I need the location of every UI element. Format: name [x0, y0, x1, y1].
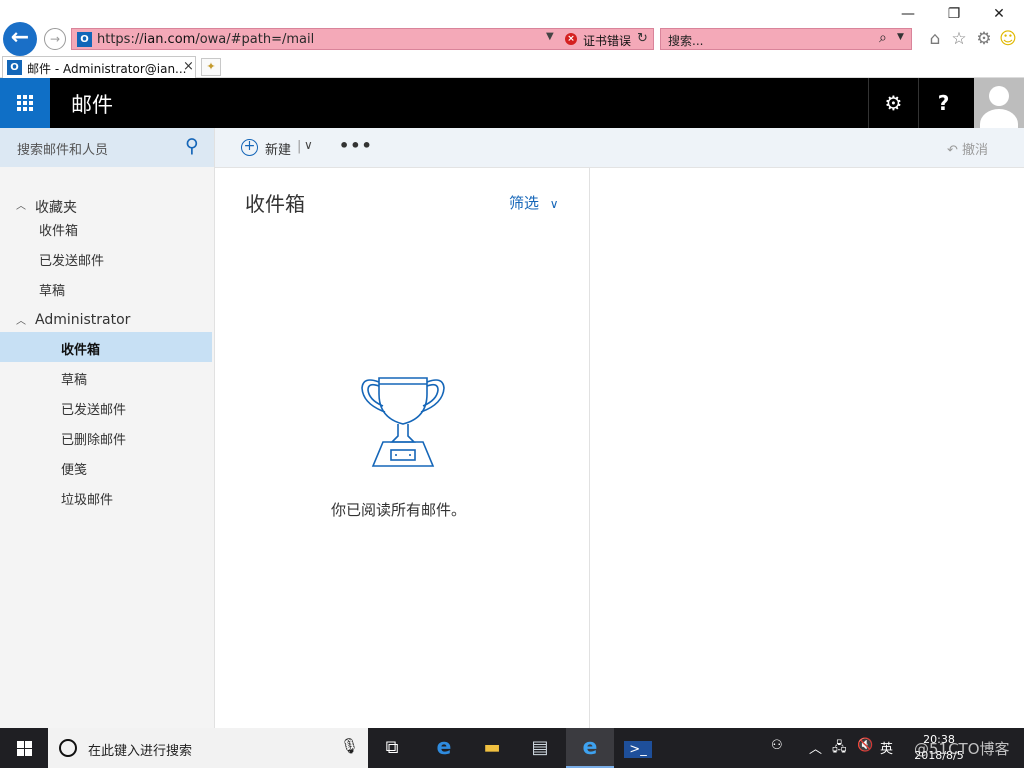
account-group-header[interactable]: ︿ Administrator	[0, 307, 214, 335]
powershell-icon: >_	[624, 741, 652, 758]
task-view-icon: ⧉	[385, 737, 399, 758]
search-icon[interactable]: ⚲	[185, 135, 199, 157]
favorites-item-inbox[interactable]: 收件箱	[0, 213, 212, 243]
browser-search-placeholder: 搜索...	[668, 34, 704, 48]
folder-item-deleted[interactable]: 已删除邮件	[0, 422, 212, 452]
tab-close-icon[interactable]: ×	[183, 59, 194, 74]
message-list: 收件箱 筛选 ∨ 你已阅读所有邮件。	[215, 168, 590, 728]
refresh-icon[interactable]: ↻	[637, 31, 648, 46]
plus-icon: +	[241, 139, 258, 156]
search-dropdown-icon[interactable]: ▼	[897, 32, 904, 42]
window-restore-button[interactable]: ❐	[939, 4, 969, 24]
search-mail-people-input[interactable]: 搜索邮件和人员 ⚲	[0, 128, 214, 167]
outlook-favicon-icon: O	[7, 60, 22, 75]
chevron-up-icon[interactable]: ︿	[16, 312, 26, 327]
browser-search-input[interactable]: 搜索... ⌕ ▼	[660, 28, 912, 50]
certificate-error-label[interactable]: 证书错误	[583, 32, 631, 49]
server-manager-icon: ▤	[531, 737, 549, 758]
favorites-star-icon[interactable]: ☆	[949, 28, 969, 50]
edge-app-button[interactable]: e	[420, 728, 468, 768]
new-tab-button[interactable]: ✦	[201, 58, 221, 76]
tab-title: 邮件 - Administrator@ian...	[27, 62, 187, 76]
more-actions-button[interactable]: •••	[339, 136, 373, 155]
chevron-up-icon[interactable]: ︿	[16, 197, 26, 212]
taskbar-search-box[interactable]: 在此键入进行搜索 🎙	[48, 728, 368, 768]
tab-mail[interactable]: O 邮件 - Administrator@ian... ×	[2, 56, 196, 78]
tools-gear-icon[interactable]: ⚙	[974, 28, 994, 50]
watermark: @51CTO博客	[914, 740, 1010, 758]
ime-indicator[interactable]: 英	[880, 738, 893, 757]
edge-icon: e	[436, 735, 452, 760]
file-explorer-button[interactable]: ▬	[468, 728, 516, 768]
address-url[interactable]: https://ian.com/owa/#path=/mail	[97, 32, 314, 47]
command-bar: + 新建 | ∨ ••• ↶ 撤消	[215, 128, 1024, 168]
filter-button[interactable]: 筛选 ∨	[509, 192, 559, 213]
search-icon[interactable]: ⌕	[879, 30, 887, 46]
app-title: 邮件	[71, 93, 113, 117]
folder-item-drafts[interactable]: 草稿	[0, 362, 212, 392]
settings-button[interactable]: ⚙	[868, 78, 918, 128]
feedback-smiley-icon[interactable]: ☺	[998, 28, 1018, 50]
avatar-head-icon	[989, 86, 1009, 106]
microphone-icon[interactable]: 🎙	[340, 737, 359, 755]
certificate-error-icon[interactable]: ×	[565, 33, 577, 45]
outlook-favicon-icon: O	[77, 32, 92, 47]
owa-header: 邮件 ⚙ ?	[0, 78, 1024, 128]
folder-item-notes[interactable]: 便笺	[0, 452, 212, 482]
window-close-button[interactable]: ✕	[984, 4, 1014, 24]
back-button[interactable]: ←	[3, 22, 37, 56]
folder-item-junk[interactable]: 垃圾邮件	[0, 482, 212, 512]
chevron-down-icon[interactable]: ∨	[304, 138, 313, 152]
avatar[interactable]	[974, 78, 1024, 128]
address-dropdown-icon[interactable]: ▼	[546, 31, 554, 42]
browser-titlebar: — ❐ ✕ ← → O https://ian.com/owa/#path=/m…	[0, 0, 1024, 56]
folder-title: 收件箱	[245, 192, 305, 216]
cortana-icon	[59, 739, 77, 757]
folder-item-inbox[interactable]: 收件箱	[0, 332, 212, 362]
avatar-body-icon	[980, 109, 1018, 128]
start-button[interactable]	[0, 728, 48, 768]
undo-icon: ↶	[947, 143, 958, 158]
ie-icon: e	[582, 735, 598, 760]
gear-icon: ⚙	[884, 91, 903, 115]
people-icon[interactable]: ⚇	[771, 738, 783, 753]
taskbar: 在此键入进行搜索 🎙 ⧉ e ▬ ▤ e >_ ⚇ ︿ 🖧 🔇 英 20:38 …	[0, 728, 1024, 768]
chevron-down-icon: ∨	[549, 197, 559, 211]
internet-explorer-button[interactable]: e	[566, 728, 614, 768]
folder-pane: 搜索邮件和人员 ⚲ ︿ 收藏夹 收件箱 已发送邮件 草稿 ︿ Administr…	[0, 128, 215, 728]
empty-inbox-message: 你已阅读所有邮件。	[330, 501, 466, 519]
home-icon[interactable]: ⌂	[925, 28, 945, 50]
reading-pane	[591, 168, 1024, 728]
help-icon: ?	[937, 91, 950, 115]
tab-bar: O 邮件 - Administrator@ian... × ✦	[0, 56, 1024, 78]
arrow-right-icon: →	[49, 32, 61, 46]
favorites-item-sent[interactable]: 已发送邮件	[0, 243, 212, 273]
help-button[interactable]: ?	[918, 78, 968, 128]
server-manager-button[interactable]: ▤	[516, 728, 564, 768]
new-tab-icon: ✦	[206, 60, 216, 73]
trophy-icon	[361, 377, 445, 467]
task-view-button[interactable]: ⧉	[368, 728, 416, 768]
folder-item-sent[interactable]: 已发送邮件	[0, 392, 212, 422]
address-bar[interactable]: O https://ian.com/owa/#path=/mail ▼ × 证书…	[71, 28, 654, 50]
search-placeholder: 搜索邮件和人员	[17, 143, 109, 158]
network-warning-icon[interactable]: 🖧	[832, 738, 847, 760]
app-launcher-button[interactable]	[0, 78, 50, 128]
taskbar-search-placeholder: 在此键入进行搜索	[88, 744, 193, 759]
window-minimize-button[interactable]: —	[893, 4, 923, 24]
undo-button[interactable]: ↶ 撤消	[947, 139, 988, 158]
forward-button[interactable]: →	[44, 28, 66, 50]
tray-expand-icon[interactable]: ︿	[809, 738, 822, 757]
powershell-button[interactable]: >_	[614, 728, 662, 768]
folder-icon: ▬	[483, 737, 501, 758]
favorites-item-drafts[interactable]: 草稿	[0, 273, 212, 303]
volume-muted-icon[interactable]: 🔇	[857, 738, 873, 753]
arrow-left-icon: ←	[10, 25, 30, 50]
